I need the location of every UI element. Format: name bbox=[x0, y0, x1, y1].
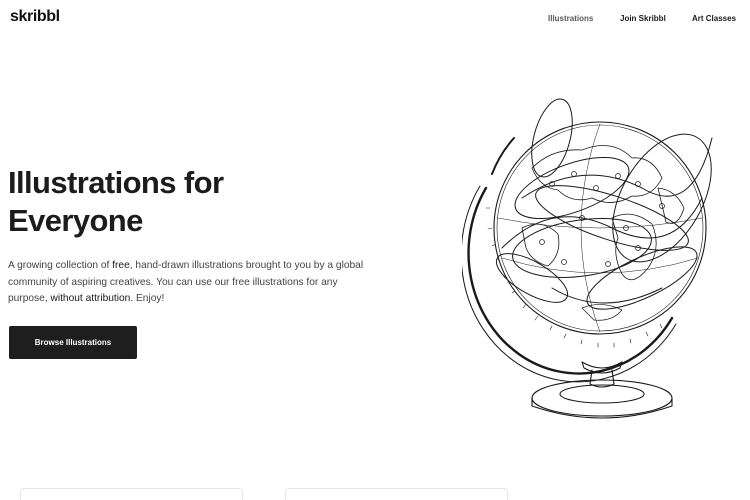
desc-part-1: A growing collection of bbox=[8, 260, 113, 271]
hero-title-line-1: Illustrations for bbox=[8, 165, 224, 200]
hero-title: Illustrations for Everyone bbox=[8, 164, 368, 240]
illustration-card[interactable] bbox=[285, 488, 508, 500]
hero-description: A growing collection of free, hand-drawn… bbox=[8, 258, 380, 308]
hero-title-line-2: Everyone bbox=[8, 203, 143, 238]
desc-part-3: . Enjoy! bbox=[130, 293, 165, 304]
nav-item-join-skribbl[interactable]: Join Skribbl bbox=[620, 14, 666, 23]
nav-item-art-classes[interactable]: Art Classes bbox=[692, 14, 736, 23]
desc-emphasis-attribution: without attribution bbox=[50, 293, 131, 304]
nav-item-illustrations[interactable]: Illustrations bbox=[548, 14, 593, 23]
desc-emphasis-free: free bbox=[112, 260, 130, 271]
top-nav: Illustrations Join Skribbl Art Classes bbox=[0, 14, 750, 26]
browse-illustrations-button[interactable]: Browse Illustrations bbox=[9, 326, 137, 359]
globe-illustration-icon bbox=[462, 98, 713, 419]
illustration-card[interactable] bbox=[20, 488, 243, 500]
